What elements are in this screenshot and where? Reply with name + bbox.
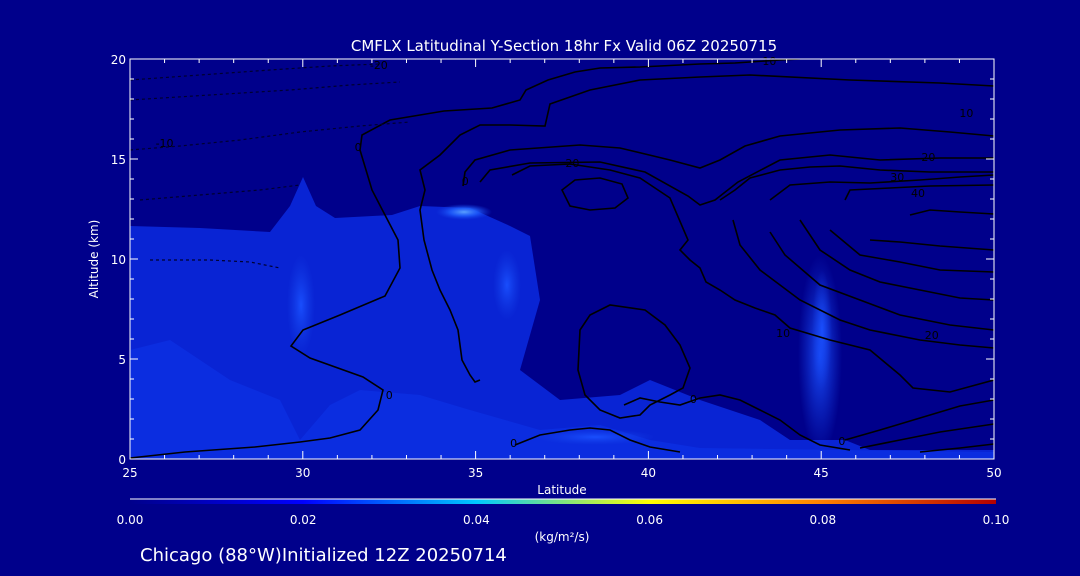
cross-section-figure: CMFLX Latitudinal Y-Section 18hr Fx Vali… [87, 37, 1010, 566]
x-tick-label: 45 [814, 466, 829, 480]
colorbar-tick-label: 0.08 [809, 513, 836, 527]
x-tick-labels: 25 30 35 40 45 50 [122, 466, 1001, 480]
flux-core-30n [287, 255, 315, 355]
colorbar: 0.00 0.02 0.04 0.06 0.08 0.10 (kg/m²/s) [117, 498, 1010, 544]
contour-label: 20 [925, 329, 939, 342]
contour-label: 0 [462, 175, 469, 188]
y-axis-label: Altitude (km) [87, 220, 101, 299]
x-tick-label: 40 [641, 466, 656, 480]
contour-label: 0 [838, 435, 845, 448]
colorbar-gradient [130, 499, 996, 504]
y-tick-label: 15 [111, 153, 126, 167]
colorbar-tick-labels: 0.00 0.02 0.04 0.06 0.08 0.10 [117, 513, 1010, 527]
colorbar-tick-label: 0.02 [290, 513, 317, 527]
footer-caption: Chicago (88°W)Initialized 12Z 20250714 [140, 545, 507, 566]
contour-label: 40 [911, 187, 925, 200]
contour-label: 30 [890, 171, 904, 184]
colorbar-unit-label: (kg/m²/s) [535, 530, 590, 544]
x-tick-label: 30 [295, 466, 310, 480]
colorbar-tick-label: 0.04 [463, 513, 490, 527]
contour-label: 20 [921, 151, 935, 164]
colorbar-tick-label: 0.00 [117, 513, 144, 527]
colorbar-tick-label: 0.10 [983, 513, 1010, 527]
contour-label: 0 [386, 389, 393, 402]
footer-initialized: Initialized 12Z 20250714 [282, 545, 507, 566]
y-tick-label: 10 [111, 253, 126, 267]
x-axis-label: Latitude [537, 483, 586, 497]
colorbar-tick-label: 0.06 [636, 513, 663, 527]
y-tick-labels: 0 5 10 15 20 [111, 53, 126, 467]
x-tick-label: 25 [122, 466, 137, 480]
contour-label: 20 [565, 157, 579, 170]
plot-area: -20 -10 0 0 0 0 0 0 10 10 10 20 20 20 30 40 [129, 55, 995, 460]
contour-label: 0 [690, 393, 697, 406]
contour-label: -10 [156, 137, 174, 150]
flux-core-36n [493, 250, 521, 320]
chart-title: CMFLX Latitudinal Y-Section 18hr Fx Vali… [351, 37, 777, 55]
contour-label: 0 [510, 437, 517, 450]
contour-label: 0 [355, 141, 362, 154]
flux-max-35n [436, 204, 492, 220]
y-tick-label: 20 [111, 53, 126, 67]
contour-label: 10 [762, 55, 776, 68]
x-tick-label: 35 [468, 466, 483, 480]
x-tick-label: 50 [986, 466, 1001, 480]
contour-label: 10 [776, 327, 790, 340]
footer-location: Chicago (88°W) [140, 545, 282, 566]
y-tick-label: 5 [118, 353, 126, 367]
contour-label: -20 [370, 59, 388, 72]
contour-label: 10 [959, 107, 973, 120]
y-tick-label: 0 [118, 453, 126, 467]
